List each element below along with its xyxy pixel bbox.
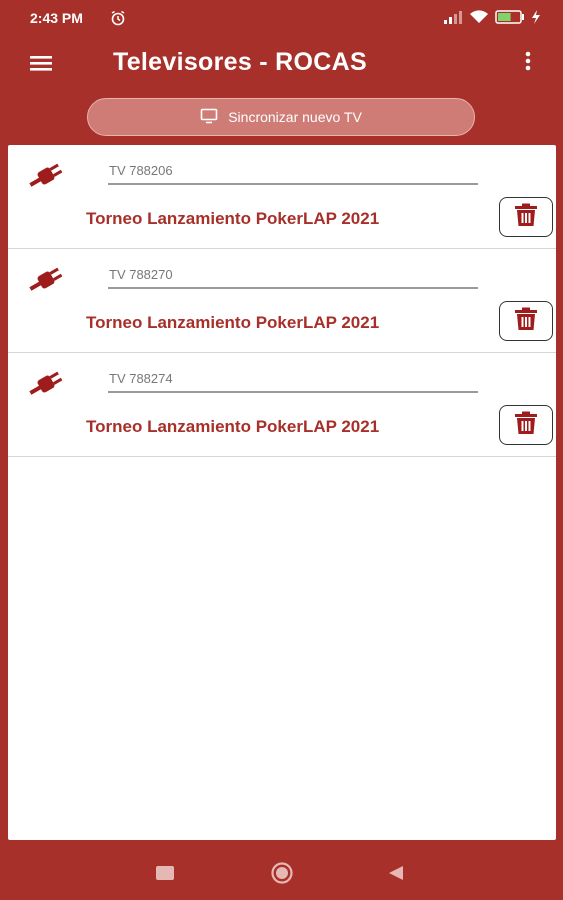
status-bar: 2:43 PM xyxy=(0,0,563,38)
tv-card: TV 788206 Torneo Lanzamiento PokerLAP 20… xyxy=(8,145,556,249)
plug-icon xyxy=(26,369,66,399)
tv-id-field[interactable]: TV 788270 xyxy=(108,267,478,289)
more-vertical-icon[interactable] xyxy=(525,50,539,78)
status-icons xyxy=(443,10,541,27)
tournament-name: Torneo Lanzamiento PokerLAP 2021 xyxy=(86,417,380,436)
status-time: 2:43 PM xyxy=(30,10,83,26)
navigation-bar xyxy=(0,845,563,900)
tournament-name: Torneo Lanzamiento PokerLAP 2021 xyxy=(86,209,380,228)
tournament-name: Torneo Lanzamiento PokerLAP 2021 xyxy=(86,313,380,332)
tv-card: TV 788274 Torneo Lanzamiento PokerLAP 20… xyxy=(8,353,556,457)
plug-icon xyxy=(26,161,66,191)
sync-button-label: Sincronizar nuevo TV xyxy=(228,109,362,125)
delete-tv-button[interactable] xyxy=(499,301,553,341)
recent-apps-button[interactable] xyxy=(155,865,175,886)
trash-icon xyxy=(513,307,539,336)
monitor-icon xyxy=(200,108,218,127)
wifi-icon xyxy=(469,10,489,27)
home-button[interactable] xyxy=(268,862,296,889)
plug-icon xyxy=(26,265,66,295)
back-button[interactable] xyxy=(387,865,405,886)
delete-tv-button[interactable] xyxy=(499,405,553,445)
app-bar: Televisores - ROCAS xyxy=(0,38,563,94)
delete-tv-button[interactable] xyxy=(499,197,553,237)
signal-icon xyxy=(443,10,463,27)
charging-icon xyxy=(531,10,541,27)
sync-new-tv-button[interactable]: Sincronizar nuevo TV xyxy=(87,98,475,136)
tv-id-field[interactable]: TV 788274 xyxy=(108,371,478,393)
tv-list: TV 788206 Torneo Lanzamiento PokerLAP 20… xyxy=(8,145,556,840)
alarm-clock-icon xyxy=(110,10,126,29)
page-title: Televisores - ROCAS xyxy=(113,48,367,76)
trash-icon xyxy=(513,203,539,232)
hamburger-menu-icon[interactable] xyxy=(30,52,62,80)
tv-id-field[interactable]: TV 788206 xyxy=(108,163,478,185)
tv-card: TV 788270 Torneo Lanzamiento PokerLAP 20… xyxy=(8,249,556,353)
trash-icon xyxy=(513,411,539,440)
battery-icon xyxy=(495,10,525,27)
